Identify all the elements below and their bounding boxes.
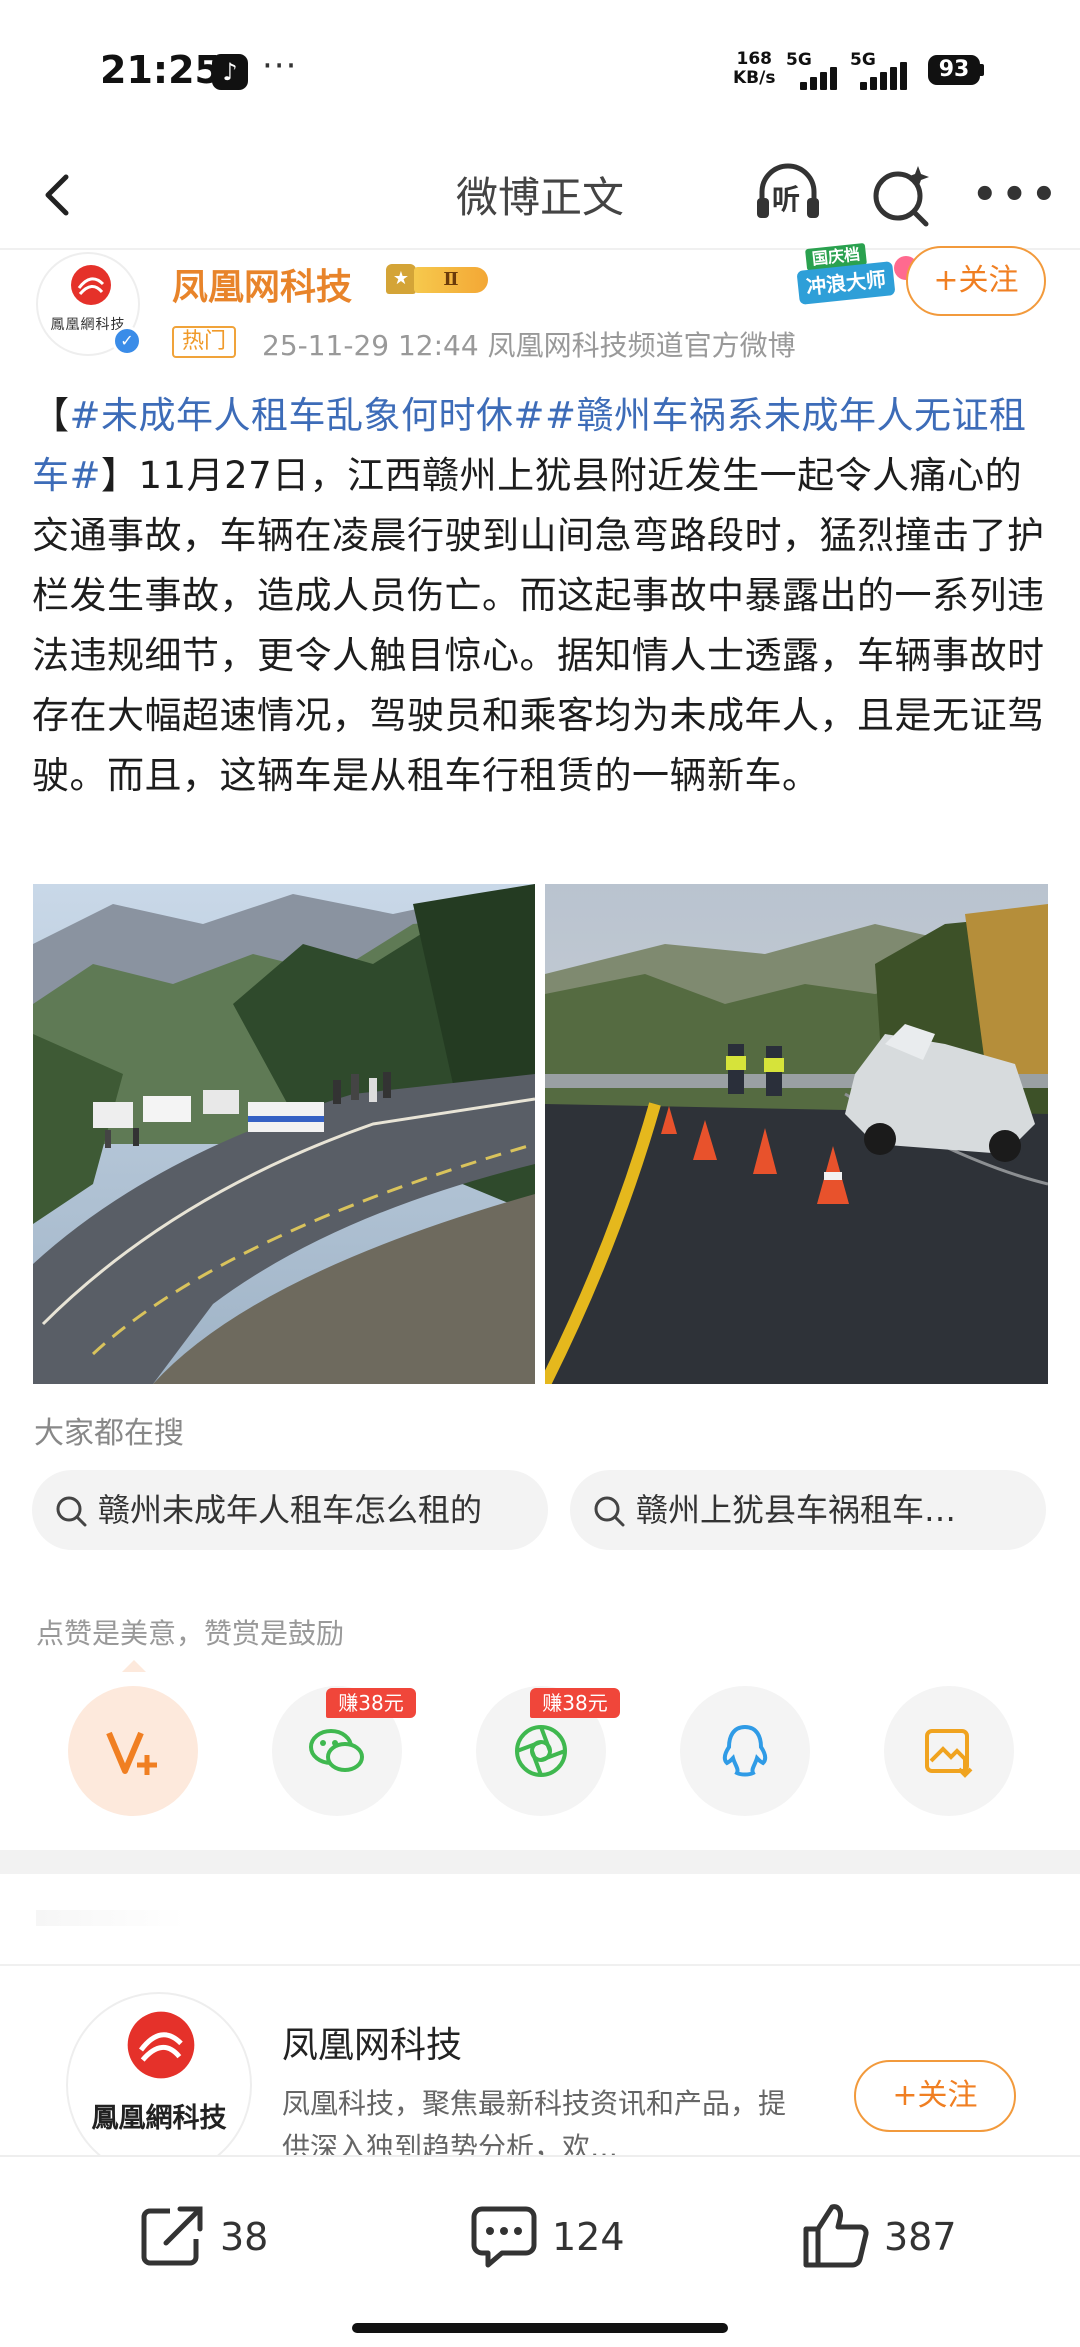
member-badge[interactable]: ★ Ⅱ [386,262,490,300]
search-icon [56,1496,87,1527]
notification-dots: ··· [262,46,298,86]
signal-1-icon: 5G [786,50,848,90]
faint-placeholder [36,1910,186,1926]
listen-label: 听 [772,183,801,216]
reward-heading: 点赞是美意，赞赏是鼓励 [36,1617,345,1650]
verified-icon: ✓ [112,326,142,356]
comment-icon [471,2206,537,2268]
search-suggestion-label: 赣州未成年人租车怎么租的 [98,1491,483,1529]
search-sparkle-icon[interactable] [866,160,936,230]
net-speed-unit: KB/s [733,68,776,88]
save-image-button[interactable] [884,1686,1014,1816]
wechat-icon [309,1729,364,1772]
signal-2-label: 5G [850,50,876,70]
level-badge: Ⅱ [414,267,488,293]
search-suggestion-chip[interactable]: 赣州上犹县车祸租车… [570,1470,1046,1550]
nav-bar: 微博正文 听 ••• [0,140,1080,250]
status-time: 21:25 [100,48,221,92]
more-icon[interactable]: ••• [972,170,1057,220]
listen-icon[interactable]: 听 [752,162,824,226]
like-button[interactable]: 387 [800,2199,980,2279]
vplus-reward-button[interactable] [68,1686,198,1816]
tiktok-notification-icon: ♪ [212,54,248,90]
battery-icon: 93 [928,55,980,85]
author-card-follow-button[interactable]: +关注 [854,2060,1016,2132]
author-card-avatar[interactable]: 鳳凰網科技 [66,1992,252,2178]
comment-count: 124 [552,2215,625,2259]
post-text: 【#未成年人租车乱象何时休##赣州车祸系未成年人无证租车#】11月27日，江西赣… [32,386,1052,806]
avatar-logo-text: 鳳凰網科技 [91,2103,227,2134]
status-bar: 21:25 ♪ ··· 168 KB/s 5G 5G 93 [0,0,1080,140]
hashtag-link[interactable]: #未成年人租车乱象何时休# [70,394,546,437]
home-indicator[interactable] [352,2323,728,2333]
signal-2-icon: 5G [850,50,912,90]
search-suggestion-label: 赣州上犹县车祸租车… [636,1491,957,1529]
surf-master-badge[interactable]: 国庆档 冲浪大师 [796,242,920,318]
like-count: 387 [884,2215,957,2259]
qq-icon [722,1724,768,1777]
battery-tip [980,64,984,76]
hot-tag: 热门 [172,326,237,358]
crown-icon: ★ [386,264,416,294]
repost-count: 38 [220,2215,269,2259]
phoenix-logo-icon [71,265,111,305]
earn-badge: 赚38元 [326,1688,416,1718]
signal-1-label: 5G [786,50,812,70]
phoenix-logo-icon [127,2011,195,2079]
repost-icon [141,2206,203,2266]
text-segment: 】11月27日，江西赣州上犹县附近发生一起令人痛心的交通事故，车辆在凌晨行驶到山… [32,454,1045,797]
reward-pointer [122,1660,146,1672]
search-heading: 大家都在搜 [34,1416,184,1451]
post-image-2[interactable] [545,884,1048,1384]
vplus-icon [106,1731,157,1775]
search-icon [594,1496,625,1527]
bottom-action-bar: 38 124 387 [0,2155,1080,2347]
section-divider [0,1850,1080,1874]
follow-button[interactable]: +关注 [906,246,1046,316]
repost-button[interactable]: 38 [136,2199,296,2279]
earn-badge: 赚38元 [530,1688,620,1718]
save-image-icon [925,1729,973,1778]
moments-icon [515,1725,567,1777]
post-image-1[interactable] [33,884,535,1384]
search-suggestion-chip[interactable]: 赣州未成年人租车怎么租的 [32,1470,548,1550]
share-qq-button[interactable] [680,1686,810,1816]
author-card-name[interactable]: 凤凰网科技 [282,2016,462,2068]
author-name[interactable]: 凤凰网科技 [172,258,352,310]
text-segment: 【 [32,394,70,437]
like-icon [803,2204,869,2268]
net-speed-value: 168 [736,49,772,69]
separator [0,1964,1080,1966]
net-speed: 168 KB/s [733,50,775,88]
comment-button[interactable]: 124 [468,2199,648,2279]
post-meta: 25-11-29 12:44 凤凰网科技频道官方微博 [262,329,796,362]
